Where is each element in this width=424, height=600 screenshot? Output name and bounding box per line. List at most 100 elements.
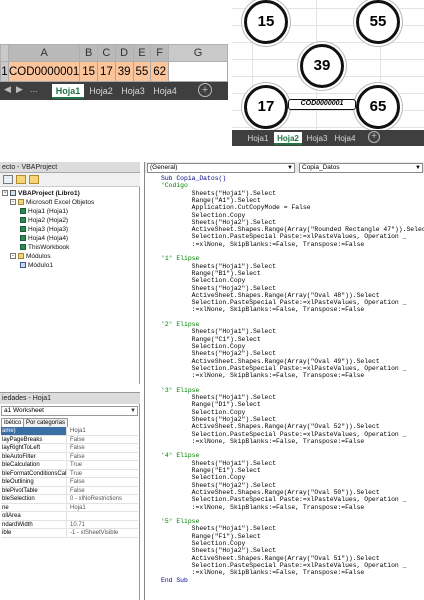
code-line[interactable]: ActiveSheet.Shapes.Range(Array("Oval 49"… [161, 358, 380, 365]
property-row[interactable]: ollArea [1, 512, 138, 521]
code-line[interactable]: Sheets("Hoja2").Select [161, 350, 276, 357]
code-line[interactable]: Range("A1").Select [161, 197, 261, 204]
object-dropdown[interactable]: (General) ▼ [147, 163, 295, 173]
code-line[interactable]: Selection.Copy [161, 277, 246, 284]
code-line[interactable]: '3° Elipse [161, 387, 199, 394]
tab-hoja2[interactable]: Hoja2 [86, 84, 116, 99]
code-line[interactable]: Selection.Copy [161, 409, 246, 416]
collapse-icon[interactable]: - [2, 190, 8, 197]
code-line[interactable]: Sheets("Hoja2").Select [161, 219, 276, 226]
tab-hoja3[interactable]: Hoja3 [118, 84, 148, 99]
code-line[interactable]: Sheets("Hoja1").Select [161, 525, 276, 532]
property-row[interactable]: blePivotTable False [1, 486, 138, 495]
tree-item-hoja3[interactable]: Hoja3 (Hoja3) [20, 226, 68, 234]
col-header-d[interactable]: D [114, 44, 134, 62]
code-line[interactable]: Range("B1").Select [161, 270, 261, 277]
property-row[interactable]: bleFormatConditionsCalculatTrue [1, 469, 138, 478]
code-line[interactable]: ActiveSheet.Shapes.Range(Array("Oval 52"… [161, 423, 380, 430]
code-line[interactable]: Sheets("Hoja1").Select [161, 263, 276, 270]
oval-shape-2[interactable]: 17 [244, 85, 288, 129]
code-line[interactable]: 'Codigo [161, 182, 188, 189]
rounded-rectangle-code[interactable]: COD0000001 [288, 99, 356, 110]
tab2-hoja1[interactable]: Hoja1 [244, 132, 272, 145]
code-line[interactable]: Selection.PasteSpecial Paste:=xlPasteVal… [161, 299, 407, 306]
oval-shape-1[interactable]: 15 [244, 0, 288, 44]
tab-hoja1[interactable]: Hoja1 [52, 84, 84, 99]
code-line[interactable]: Range("E1").Select [161, 467, 261, 474]
code-line[interactable]: ActiveSheet.Shapes.Range(Array("Oval 48"… [161, 292, 380, 299]
code-line[interactable]: Sheets("Hoja1").Select [161, 328, 276, 335]
tree-item-hoja4[interactable]: Hoja4 (Hoja4) [20, 235, 68, 243]
collapse-icon[interactable]: - [10, 199, 16, 206]
code-line[interactable]: ActiveSheet.Shapes.Range(Array("Rounded … [161, 226, 424, 233]
tab2-hoja3[interactable]: Hoja3 [304, 132, 330, 145]
code-line[interactable]: Sheets("Hoja1").Select [161, 460, 276, 467]
tree-item-modules[interactable]: - Módulos [10, 253, 51, 261]
oval-shape-5[interactable]: 65 [356, 85, 400, 129]
code-line[interactable]: Sheets("Hoja2").Select [161, 416, 276, 423]
tree-item-vbaproject[interactable]: - VBAProject (Libro1) [2, 190, 80, 198]
code-line[interactable]: Selection.PasteSpecial Paste:=xlPasteVal… [161, 562, 407, 569]
tab-alphabetic[interactable]: ibético [1, 418, 25, 427]
procedure-dropdown[interactable]: Copia_Datos ▼ [299, 163, 423, 173]
code-line[interactable]: '4° Elipse [161, 452, 199, 459]
property-row[interactable]: bleOutlining False [1, 478, 138, 487]
view-code-icon[interactable] [3, 175, 13, 184]
cell-b1[interactable]: 15 [79, 61, 99, 82]
code-line[interactable]: ActiveSheet.Shapes.Range(Array("Oval 51"… [161, 555, 380, 562]
toggle-folders-icon[interactable] [29, 175, 39, 184]
code-line[interactable]: ActiveSheet.Shapes.Range(Array("Oval 50"… [161, 489, 380, 496]
cell-d1[interactable]: 39 [114, 61, 134, 82]
col-header-e[interactable]: E [132, 44, 152, 62]
tab-by-category[interactable]: Por categorías [23, 418, 69, 427]
code-line[interactable]: Selection.PasteSpecial Paste:=xlPasteVal… [161, 431, 407, 438]
code-line[interactable]: Selection.Copy [161, 474, 246, 481]
tree-item-hoja1[interactable]: Hoja1 (Hoja1) [20, 208, 68, 216]
property-row[interactable]: layPageBreaks False [1, 435, 138, 444]
code-line[interactable]: :=xlNone, SkipBlanks:=False, Transpose:=… [161, 241, 365, 248]
oval-shape-4[interactable]: 55 [356, 0, 400, 44]
code-line[interactable]: Selection.Copy [161, 540, 246, 547]
collapse-icon[interactable]: - [10, 253, 16, 260]
property-row[interactable]: layRightToLeft False [1, 444, 138, 453]
code-line[interactable]: Selection.PasteSpecial Paste:=xlPasteVal… [161, 233, 407, 240]
code-line[interactable]: Range("C1").Select [161, 336, 261, 343]
cell-a1[interactable]: COD0000001 [7, 61, 81, 82]
code-line[interactable]: '2° Elipse [161, 321, 199, 328]
code-line[interactable]: Application.CutCopyMode = False [161, 204, 311, 211]
code-line[interactable]: :=xlNone, SkipBlanks:=False, Transpose:=… [161, 438, 365, 445]
property-row[interactable]: bleCalculation True [1, 461, 138, 470]
property-row[interactable]: bleAutoFilter False [1, 452, 138, 461]
tree-item-hoja2[interactable]: Hoja2 (Hoja2) [20, 217, 68, 225]
add-sheet-icon[interactable]: + [198, 83, 212, 97]
col-header-f[interactable]: F [150, 44, 170, 62]
code-line[interactable]: Range("D1").Select [161, 401, 261, 408]
code-line[interactable]: End Sub [161, 577, 188, 584]
property-row[interactable]: ible -1 - xlSheetVisible [1, 529, 138, 538]
select-all-corner[interactable] [0, 44, 9, 62]
row-header-1[interactable]: 1 [0, 61, 9, 82]
view-object-icon[interactable] [16, 175, 26, 184]
code-line[interactable]: Sheets("Hoja1").Select [161, 190, 276, 197]
property-row[interactable]: ne Hoja1 [1, 503, 138, 512]
code-line[interactable]: :=xlNone, SkipBlanks:=False, Transpose:=… [161, 569, 365, 576]
property-row[interactable]: bleSelection 0 - xlNoRestrictions [1, 495, 138, 504]
next-sheet-icon[interactable]: ▶ [16, 84, 23, 95]
property-row[interactable]: ndardWidth 10.71 [1, 520, 138, 529]
tab2-hoja4[interactable]: Hoja4 [332, 132, 358, 145]
cell-f1[interactable]: 62 [150, 61, 170, 82]
col-header-g[interactable]: G [168, 44, 228, 62]
prev-sheet-icon[interactable]: ◀ [4, 84, 11, 95]
code-line[interactable]: '1° Elipse [161, 255, 199, 262]
code-line[interactable]: Sheets("Hoja2").Select [161, 482, 276, 489]
tree-item-excel-objects[interactable]: - Microsoft Excel Objetos [10, 199, 94, 207]
code-line[interactable]: :=xlNone, SkipBlanks:=False, Transpose:=… [161, 306, 365, 313]
code-line[interactable]: Selection.PasteSpecial Paste:=xlPasteVal… [161, 365, 407, 372]
code-line[interactable]: Range("F1").Select [161, 533, 261, 540]
code-line[interactable]: Sheets("Hoja2").Select [161, 547, 276, 554]
code-line[interactable]: :=xlNone, SkipBlanks:=False, Transpose:=… [161, 504, 365, 511]
code-line[interactable]: Sheets("Hoja2").Select [161, 285, 276, 292]
more-sheets-icon[interactable]: ... [30, 84, 38, 94]
code-line[interactable]: Selection.Copy [161, 343, 246, 350]
cell-g1[interactable] [168, 61, 228, 82]
